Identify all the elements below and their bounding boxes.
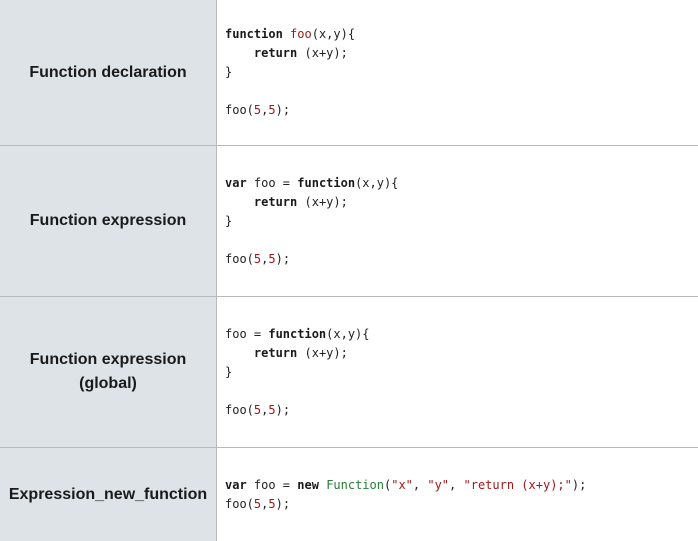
code-line: foo(5,5); — [225, 496, 291, 511]
row-label-line: Function expression — [29, 351, 187, 368]
code-line: foo(5,5); — [225, 402, 291, 417]
row-divider — [0, 145, 698, 146]
code-block: function foo(x,y){ return (x+y); } foo(5… — [225, 25, 355, 120]
code-line: foo = function(x,y){ — [225, 326, 370, 341]
row-label: Expression_new_function — [9, 483, 207, 507]
row-divider — [0, 447, 698, 448]
row-label-cell: Function declaration — [0, 0, 216, 145]
row-label: Function declaration — [29, 61, 186, 85]
code-cell: foo = function(x,y){ return (x+y); } foo… — [217, 297, 698, 447]
code-line: foo(5,5); — [225, 251, 291, 266]
code-line: return (x+y); — [253, 345, 348, 360]
row-label: Function expression — [30, 209, 186, 233]
code-line: var foo = new Function("x", "y", "return… — [225, 477, 587, 492]
code-block: var foo = function(x,y){ return (x+y); }… — [225, 174, 398, 269]
code-line: } — [225, 65, 233, 79]
row-label-line: Function expression — [29, 212, 187, 229]
table-row: Function declaration function foo(x,y){ … — [0, 0, 698, 145]
code-cell: var foo = new Function("x", "y", "return… — [217, 448, 698, 541]
code-cell: function foo(x,y){ return (x+y); } foo(5… — [217, 0, 698, 145]
code-block: var foo = new Function("x", "y", "return… — [225, 476, 586, 514]
row-divider — [0, 296, 698, 297]
code-line: function foo(x,y){ — [225, 27, 356, 41]
code-block: foo = function(x,y){ return (x+y); } foo… — [225, 325, 370, 420]
row-label-cell: Expression_new_function — [0, 448, 216, 541]
column-divider — [216, 0, 217, 541]
code-line: return (x+y); — [253, 194, 348, 209]
comparison-table: Function declaration function foo(x,y){ … — [0, 0, 698, 541]
code-line: return (x+y); — [253, 46, 348, 60]
row-label-line: (global) — [79, 375, 137, 392]
code-line: foo(5,5); — [225, 103, 291, 117]
table-row: Function expression var foo = function(x… — [0, 146, 698, 296]
row-label-line: Function declaration — [29, 63, 187, 81]
code-line: var foo = function(x,y){ — [225, 175, 399, 190]
table-row: Expression_new_function var foo = new Fu… — [0, 448, 698, 541]
row-label-cell: Function expression — [0, 146, 216, 296]
code-line: } — [225, 213, 233, 228]
row-label-line: Expression_new_function — [8, 485, 208, 503]
code-line: } — [225, 364, 233, 379]
code-cell: var foo = function(x,y){ return (x+y); }… — [217, 146, 698, 296]
table-row: Function expression (global) foo = funct… — [0, 297, 698, 447]
row-label-cell: Function expression (global) — [0, 297, 216, 447]
row-label: Function expression (global) — [30, 348, 186, 396]
